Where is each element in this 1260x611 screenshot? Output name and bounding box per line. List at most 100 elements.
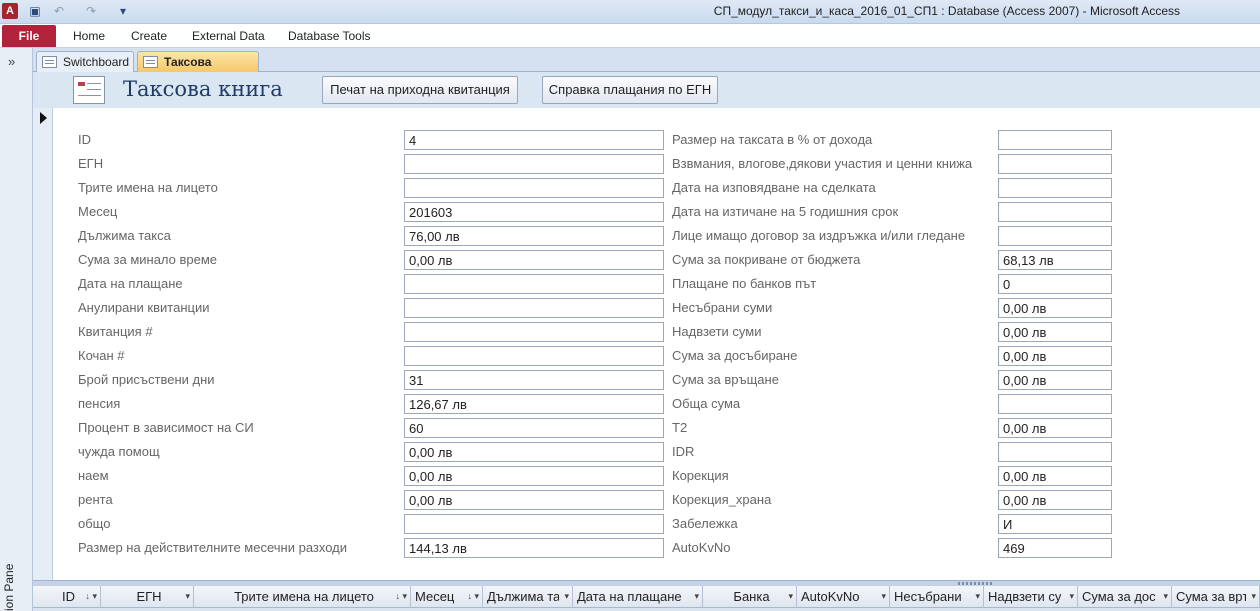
form-header: Таксова книга Печат на приходна квитанци… bbox=[33, 72, 1260, 108]
column-header[interactable]: Месец ▾ ↓ bbox=[411, 586, 483, 608]
left-field-input[interactable] bbox=[404, 154, 664, 174]
left-field-input[interactable]: 126,67 лв bbox=[404, 394, 664, 414]
right-field-label: Несъбрани суми bbox=[672, 300, 773, 315]
ribbon-tabs: File Home Create External Data Database … bbox=[0, 24, 1260, 48]
form-body: ID 4 ЕГН Трите имена на лицето Месец 201603 Дъ… bbox=[54, 108, 1260, 580]
left-field-label: Брой присъствени дни bbox=[78, 372, 215, 387]
splitter-grip-icon[interactable] bbox=[958, 582, 994, 585]
left-field-input[interactable]: 4 bbox=[404, 130, 664, 150]
right-field-input[interactable]: 0,00 лв bbox=[998, 418, 1112, 438]
left-field-input[interactable]: 144,13 лв bbox=[404, 538, 664, 558]
column-dropdown-icon[interactable]: ▾ bbox=[975, 586, 980, 607]
right-field-input[interactable]: 0 bbox=[998, 274, 1112, 294]
column-dropdown-icon[interactable]: ▾ bbox=[1069, 586, 1074, 607]
form-title: Таксова книга bbox=[123, 77, 283, 101]
left-field-label: пенсия bbox=[78, 396, 121, 411]
navigation-pane-label[interactable]: ion Pane bbox=[2, 541, 30, 611]
left-field-input[interactable]: 201603 bbox=[404, 202, 664, 222]
right-field-label: Сума за покриване от бюджета bbox=[672, 252, 861, 267]
right-field-input[interactable] bbox=[998, 130, 1112, 150]
left-field-label: Дължима такса bbox=[78, 228, 171, 243]
right-field-label: Обща сума bbox=[672, 396, 741, 411]
column-header-label: Банка bbox=[733, 589, 770, 604]
left-field-label: ID bbox=[78, 132, 91, 147]
right-field-input[interactable]: 0,00 лв bbox=[998, 346, 1112, 366]
column-header[interactable]: Сума за връ ▾ bbox=[1172, 586, 1260, 608]
column-header[interactable]: Дължима та ▾ bbox=[483, 586, 573, 608]
right-field-input[interactable] bbox=[998, 442, 1112, 462]
right-field-label: AutoKvNo bbox=[672, 540, 731, 555]
column-header[interactable]: ЕГН ▾ bbox=[101, 586, 194, 608]
right-field-input[interactable]: И bbox=[998, 514, 1112, 534]
column-dropdown-icon[interactable]: ▾ bbox=[694, 586, 699, 607]
left-field-input[interactable] bbox=[404, 322, 664, 342]
left-field-label: Сума за минало време bbox=[78, 252, 218, 267]
column-dropdown-icon[interactable]: ▾ bbox=[564, 586, 569, 607]
left-field-input[interactable]: 0,00 лв bbox=[404, 442, 664, 462]
tab-database-tools[interactable]: Database Tools bbox=[288, 29, 371, 43]
column-dropdown-icon[interactable]: ▾ bbox=[1163, 586, 1168, 607]
column-header[interactable]: Несъбрани ▾ bbox=[890, 586, 984, 608]
right-field-label: Взвмания, влогове,дякови участия и ценни… bbox=[672, 156, 973, 171]
right-field-input[interactable] bbox=[998, 202, 1112, 222]
left-field-input[interactable] bbox=[404, 346, 664, 366]
doc-tab-taksova-kniga[interactable]: Таксова книга1 bbox=[137, 51, 259, 89]
form-header-icon bbox=[73, 76, 105, 104]
right-field-input[interactable]: 0,00 лв bbox=[998, 298, 1112, 318]
right-field-label: Сума за връщане bbox=[672, 372, 779, 387]
record-selector[interactable] bbox=[33, 108, 53, 580]
tab-create[interactable]: Create bbox=[131, 29, 167, 43]
right-field-input[interactable]: 0,00 лв bbox=[998, 466, 1112, 486]
print-receipt-button[interactable]: Печат на приходна квитанция bbox=[322, 76, 518, 104]
column-header[interactable]: Сума за дос ▾ bbox=[1078, 586, 1172, 608]
column-header[interactable]: Надвзети су ▾ bbox=[984, 586, 1078, 608]
right-field-input[interactable]: 0,00 лв bbox=[998, 370, 1112, 390]
left-field-input[interactable]: 76,00 лв bbox=[404, 226, 664, 246]
current-record-arrow-icon bbox=[40, 112, 47, 124]
column-header[interactable]: Трите имена на лицето ▾ ↓ bbox=[194, 586, 411, 608]
form-icon bbox=[42, 56, 57, 68]
right-field-input[interactable]: 68,13 лв bbox=[998, 250, 1112, 270]
right-field-input[interactable]: 0,00 лв bbox=[998, 490, 1112, 510]
right-field-input[interactable] bbox=[998, 154, 1112, 174]
column-header[interactable]: Дата на плащане ▾ bbox=[573, 586, 703, 608]
navigation-pane: » ion Pane bbox=[0, 48, 33, 611]
left-field-input[interactable] bbox=[404, 274, 664, 294]
tab-home[interactable]: Home bbox=[73, 29, 105, 43]
left-field-label: общо bbox=[78, 516, 111, 531]
tab-external-data[interactable]: External Data bbox=[192, 29, 265, 43]
column-dropdown-icon[interactable]: ▾ bbox=[92, 586, 97, 607]
left-field-input[interactable] bbox=[404, 514, 664, 534]
left-field-input[interactable]: 60 bbox=[404, 418, 664, 438]
payments-by-egn-button[interactable]: Справка плащания по ЕГН bbox=[542, 76, 718, 104]
expand-nav-pane-icon[interactable]: » bbox=[8, 54, 15, 69]
left-field-label: наем bbox=[78, 468, 109, 483]
column-header-label: Несъбрани bbox=[894, 589, 962, 604]
column-dropdown-icon[interactable]: ▾ bbox=[402, 586, 407, 607]
column-header[interactable]: Банка ▾ bbox=[703, 586, 797, 608]
column-dropdown-icon[interactable]: ▾ bbox=[185, 586, 190, 607]
column-header[interactable]: ID ▾ ↓ bbox=[33, 586, 101, 608]
left-field-label: Кочан # bbox=[78, 348, 125, 363]
column-dropdown-icon[interactable]: ▾ bbox=[881, 586, 886, 607]
column-dropdown-icon[interactable]: ▾ bbox=[474, 586, 479, 607]
left-field-input[interactable]: 0,00 лв bbox=[404, 490, 664, 510]
right-field-input[interactable] bbox=[998, 226, 1112, 246]
right-field-input[interactable]: 469 bbox=[998, 538, 1112, 558]
left-field-input[interactable]: 0,00 лв bbox=[404, 466, 664, 486]
right-field-input[interactable] bbox=[998, 394, 1112, 414]
right-field-input[interactable]: 0,00 лв bbox=[998, 322, 1112, 342]
column-dropdown-icon[interactable]: ▾ bbox=[788, 586, 793, 607]
doc-tab-switchboard[interactable]: Switchboard bbox=[36, 51, 134, 72]
right-field-input[interactable] bbox=[998, 178, 1112, 198]
left-field-label: ЕГН bbox=[78, 156, 104, 171]
left-field-input[interactable] bbox=[404, 178, 664, 198]
right-field-label: Дата на изповядване на сделката bbox=[672, 180, 876, 195]
column-header[interactable]: AutoKvNo ▾ bbox=[797, 586, 890, 608]
file-tab[interactable]: File bbox=[2, 25, 56, 47]
document-tabs: Switchboard Таксова книга1 bbox=[33, 48, 1260, 89]
column-dropdown-icon[interactable]: ▾ bbox=[1251, 586, 1256, 607]
left-field-input[interactable] bbox=[404, 298, 664, 318]
left-field-input[interactable]: 31 bbox=[404, 370, 664, 390]
left-field-input[interactable]: 0,00 лв bbox=[404, 250, 664, 270]
